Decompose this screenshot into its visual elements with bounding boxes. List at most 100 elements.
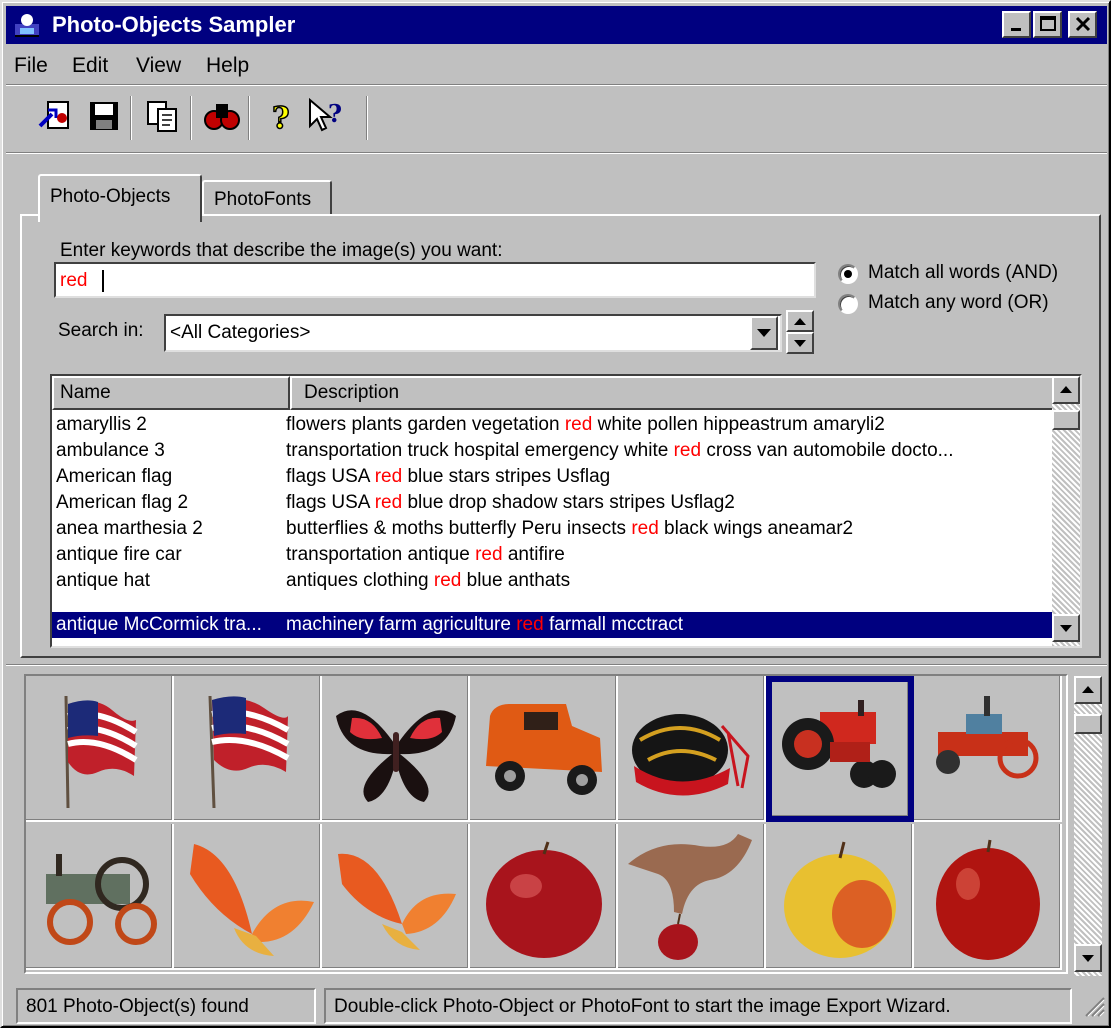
- flag-icon: [64, 695, 138, 809]
- butterfly-thumbnail[interactable]: [322, 676, 470, 822]
- toolbar: ? ?: [6, 88, 1107, 150]
- minimize-icon: [1010, 28, 1021, 31]
- scroll-down-button[interactable]: [1052, 614, 1080, 642]
- american-flag-2-thumbnail[interactable]: [174, 676, 322, 822]
- save-icon: [90, 102, 118, 130]
- category-dropdown-button[interactable]: [750, 316, 778, 350]
- maximize-icon: [1039, 16, 1056, 31]
- results-list[interactable]: Name Description amaryllis 2 flowers pla…: [50, 374, 1082, 648]
- text-caret: [102, 270, 104, 292]
- spin-up-button[interactable]: [786, 310, 814, 332]
- save-button[interactable]: [84, 96, 124, 136]
- menu-file[interactable]: File: [14, 54, 48, 78]
- list-item[interactable]: ambulance 3 transportation truck hospita…: [52, 438, 1054, 464]
- match-all-radio[interactable]: [838, 264, 858, 284]
- tractor-thumbnail[interactable]: [766, 676, 914, 822]
- help-button[interactable]: ?: [262, 96, 302, 137]
- svg-text:?: ?: [272, 101, 290, 136]
- scroll-up-button[interactable]: [1052, 376, 1080, 404]
- svg-text:?: ?: [328, 99, 342, 128]
- arrow-up-icon: [1060, 386, 1072, 393]
- tractor-icon: [782, 700, 896, 788]
- yellow-apple-thumbnail[interactable]: [766, 824, 914, 970]
- status-hint: Double-click Photo-Object or PhotoFont t…: [324, 988, 1072, 1024]
- help-icon: ?: [271, 100, 290, 137]
- thumbnail-scroll-up-button[interactable]: [1074, 676, 1102, 704]
- category-select[interactable]: <All Categories>: [164, 314, 782, 352]
- list-item-description: flags USA red blue stars stripes Usflag: [286, 466, 611, 487]
- scroll-thumb[interactable]: [1052, 410, 1080, 430]
- list-item-selected[interactable]: antique McCormick tra... machinery farm …: [52, 612, 1054, 638]
- column-header-name[interactable]: Name: [52, 376, 290, 410]
- list-item-description: flags USA red blue drop shadow stars str…: [286, 492, 735, 513]
- export-button[interactable]: [36, 96, 76, 136]
- tab-photofonts[interactable]: PhotoFonts: [202, 180, 332, 216]
- window-title: Photo-Objects Sampler: [52, 12, 296, 37]
- minimize-button[interactable]: [1002, 11, 1031, 38]
- maximize-button[interactable]: [1033, 11, 1062, 38]
- list-item-description: transportation truck hospital emergency …: [286, 440, 954, 461]
- thumbnail-scroll-down-button[interactable]: [1074, 944, 1102, 972]
- butterfly-icon: [338, 853, 456, 950]
- orange-butterfly-2-thumbnail[interactable]: [322, 824, 470, 970]
- arrow-up-icon: [1082, 686, 1094, 693]
- list-item-name: American flag 2: [56, 492, 189, 513]
- keywords-input[interactable]: red: [54, 262, 816, 298]
- list-item-name: antique fire car: [56, 544, 182, 565]
- column-header-name-label: Name: [60, 382, 111, 403]
- match-any-radio[interactable]: [838, 294, 858, 314]
- red-apple-2-thumbnail[interactable]: [914, 824, 1062, 970]
- spin-down-button[interactable]: [786, 332, 814, 354]
- tab-photo-objects[interactable]: Photo-Objects: [38, 174, 202, 222]
- butterfly-icon: [336, 710, 456, 802]
- thumbnail-grid[interactable]: [24, 674, 1068, 974]
- steam-tractor-thumbnail[interactable]: [26, 824, 174, 970]
- app-window: Photo-Objects Sampler File Edit View Hel…: [0, 0, 1111, 1028]
- menu-edit[interactable]: Edit: [72, 54, 108, 78]
- antique-hat-thumbnail[interactable]: [618, 676, 766, 822]
- thumbnail-scroll-thumb[interactable]: [1074, 714, 1102, 734]
- american-flag-thumbnail[interactable]: [26, 676, 174, 822]
- list-item-name: antique hat: [56, 570, 151, 591]
- close-icon: [1075, 16, 1090, 32]
- list-scrollbar[interactable]: [1052, 376, 1080, 646]
- find-button[interactable]: [202, 96, 242, 136]
- close-button[interactable]: [1068, 11, 1097, 38]
- column-header-description-label: Description: [304, 382, 400, 403]
- butterfly-icon: [190, 844, 314, 956]
- orange-butterfly-thumbnail[interactable]: [174, 824, 322, 970]
- antique-engine-thumbnail[interactable]: [914, 676, 1062, 822]
- list-item[interactable]: antique fire car transportation antique …: [52, 542, 1054, 568]
- column-header-description[interactable]: Description: [290, 376, 1056, 410]
- list-item-name: antique McCormick tra...: [56, 614, 262, 635]
- arrow-down-icon: [1060, 625, 1072, 632]
- open-export-icon: [38, 101, 69, 129]
- resize-grip-icon[interactable]: [1080, 992, 1106, 1022]
- find-icon: [204, 104, 240, 130]
- list-item[interactable]: antique hat antiques clothing red blue a…: [52, 568, 1054, 594]
- red-apple-thumbnail[interactable]: [470, 824, 618, 970]
- title-bar[interactable]: Photo-Objects Sampler: [6, 6, 1107, 44]
- list-item[interactable]: American flag flags USA red blue stars s…: [52, 464, 1054, 490]
- menu-help[interactable]: Help: [206, 54, 249, 78]
- apple-icon: [784, 841, 896, 958]
- menu-view[interactable]: View: [136, 54, 181, 78]
- list-item[interactable]: amaryllis 2 flowers plants garden vegeta…: [52, 412, 1054, 438]
- list-item-name: amaryllis 2: [56, 414, 147, 435]
- list-item-description: transportation antique red antifire: [286, 544, 565, 565]
- thumbnail-scrollbar[interactable]: [1074, 676, 1102, 976]
- hand-apple-thumbnail[interactable]: [618, 824, 766, 970]
- context-help-button[interactable]: ?: [306, 96, 346, 136]
- status-count: 801 Photo-Object(s) found: [16, 988, 316, 1024]
- antique-fire-car-thumbnail[interactable]: [470, 676, 618, 822]
- spin-up-icon: [794, 318, 806, 325]
- search-in-label: Search in:: [58, 320, 144, 341]
- radio-selected-dot: [844, 270, 852, 278]
- copy-button[interactable]: [142, 96, 182, 136]
- spin-down-icon: [794, 340, 806, 347]
- match-any-label[interactable]: Match any word (OR): [868, 292, 1049, 314]
- list-item[interactable]: American flag 2 flags USA red blue drop …: [52, 490, 1054, 516]
- engine-icon: [936, 696, 1039, 779]
- list-item[interactable]: anea marthesia 2 butterflies & moths but…: [52, 516, 1054, 542]
- match-all-label[interactable]: Match all words (AND): [868, 262, 1058, 284]
